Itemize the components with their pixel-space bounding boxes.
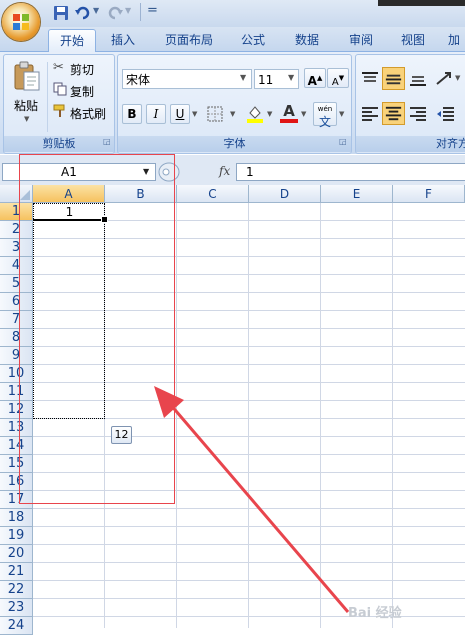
- align-left-icon[interactable]: [359, 104, 381, 124]
- clipboard-divider: [47, 62, 48, 132]
- redo-dropdown-icon[interactable]: ▼: [125, 6, 131, 15]
- save-icon[interactable]: [52, 4, 70, 22]
- paste-button[interactable]: 粘贴: [14, 97, 38, 114]
- underline-button[interactable]: U: [170, 104, 190, 124]
- italic-letter: I: [153, 107, 159, 121]
- row-header-18[interactable]: 18: [0, 509, 33, 527]
- tab-view[interactable]: 视图: [393, 29, 433, 51]
- bold-letter: B: [127, 107, 137, 121]
- tab-formulas[interactable]: 公式: [233, 29, 273, 51]
- underline-letter: U: [175, 107, 185, 121]
- font-group-label: 字体: [118, 136, 351, 152]
- formula-input[interactable]: 1: [236, 163, 465, 181]
- office-button[interactable]: [2, 3, 40, 41]
- align-bottom-icon[interactable]: [407, 69, 429, 89]
- fill-color-dropdown-icon[interactable]: ▼: [267, 110, 272, 118]
- qat-divider: [140, 3, 141, 21]
- align-top-icon[interactable]: [359, 69, 381, 89]
- tab-home[interactable]: 开始: [48, 29, 96, 52]
- clipboard-launcher-icon[interactable]: ◲: [103, 137, 111, 146]
- tab-addins[interactable]: 加: [448, 29, 465, 51]
- orientation-icon[interactable]: [434, 69, 456, 89]
- row-header-20[interactable]: 20: [0, 545, 33, 563]
- cut-icon: ✂: [53, 60, 64, 75]
- grow-font-letter: A: [307, 74, 317, 88]
- font-name-dropdown-icon[interactable]: ▼: [240, 73, 246, 82]
- align-right-icon[interactable]: [407, 104, 429, 124]
- orientation-dropdown-icon[interactable]: ▼: [455, 74, 460, 82]
- align-middle-icon[interactable]: [382, 67, 405, 90]
- tab-review[interactable]: 审阅: [341, 29, 381, 51]
- tab-insert[interactable]: 插入: [103, 29, 143, 51]
- phonetic-dropdown-icon[interactable]: ▼: [339, 110, 344, 118]
- undo-dropdown-icon[interactable]: ▼: [93, 6, 99, 15]
- row-header-21[interactable]: 21: [0, 563, 33, 581]
- column-header-f[interactable]: F: [393, 185, 465, 203]
- annotation-arrow-icon: [154, 386, 350, 613]
- shrink-font-letter: A: [331, 77, 339, 88]
- font-name-box[interactable]: 宋体: [122, 69, 252, 89]
- font-launcher-icon[interactable]: ◲: [339, 137, 347, 146]
- font-color-swatch: [280, 119, 298, 123]
- copy-icon: [53, 82, 67, 96]
- font-size-dropdown-icon[interactable]: ▼: [288, 73, 294, 82]
- office-logo-icon: [13, 14, 29, 30]
- row-header-22[interactable]: 22: [0, 581, 33, 599]
- borders-dropdown-icon[interactable]: ▼: [230, 110, 235, 118]
- row-header-24[interactable]: 24: [0, 617, 33, 635]
- borders-icon[interactable]: [206, 105, 224, 123]
- row-header-23[interactable]: 23: [0, 599, 33, 617]
- row-header-19[interactable]: 19: [0, 527, 33, 545]
- shrink-font-button[interactable]: A▼: [327, 68, 349, 88]
- italic-button[interactable]: I: [146, 104, 166, 124]
- grow-font-button[interactable]: A▲: [304, 68, 326, 88]
- alignment-group-label: 对齐方: [356, 136, 465, 152]
- phonetic-button[interactable]: wén 文: [313, 102, 337, 129]
- redo-icon[interactable]: [106, 4, 124, 22]
- tab-page-layout[interactable]: 页面布局: [157, 29, 221, 51]
- paste-dropdown-icon[interactable]: ▼: [24, 115, 29, 123]
- align-center-icon[interactable]: [382, 102, 405, 125]
- watermark: Bai 经验: [348, 606, 402, 621]
- undo-icon[interactable]: [74, 4, 92, 22]
- format-painter-icon: [53, 104, 65, 117]
- formula-content: 1: [246, 165, 254, 179]
- phonetic-char: 文: [318, 115, 331, 129]
- clipboard-group-label: 剪贴板: [4, 136, 114, 152]
- font-size-value: 11: [258, 73, 274, 87]
- column-header-e[interactable]: E: [321, 185, 393, 203]
- fill-color-icon[interactable]: [245, 104, 265, 124]
- font-color-button[interactable]: A: [281, 102, 297, 120]
- column-header-c[interactable]: C: [177, 185, 249, 203]
- format-painter-button[interactable]: 格式刷: [70, 105, 106, 122]
- column-header-d[interactable]: D: [249, 185, 321, 203]
- copy-button[interactable]: 复制: [70, 83, 94, 100]
- font-name-value: 宋体: [126, 73, 151, 87]
- underline-dropdown-icon[interactable]: ▼: [192, 110, 197, 118]
- paste-icon[interactable]: [12, 60, 42, 92]
- window-edge: [378, 0, 465, 6]
- font-color-dropdown-icon[interactable]: ▼: [301, 110, 306, 118]
- font-color-letter: A: [283, 102, 295, 120]
- customize-qat-button[interactable]: =: [147, 3, 158, 18]
- insert-function-button[interactable]: fx: [219, 164, 230, 178]
- bold-button[interactable]: B: [122, 104, 142, 124]
- cut-button[interactable]: 剪切: [70, 61, 94, 78]
- tab-data[interactable]: 数据: [287, 29, 327, 51]
- decrease-indent-icon[interactable]: [434, 104, 456, 124]
